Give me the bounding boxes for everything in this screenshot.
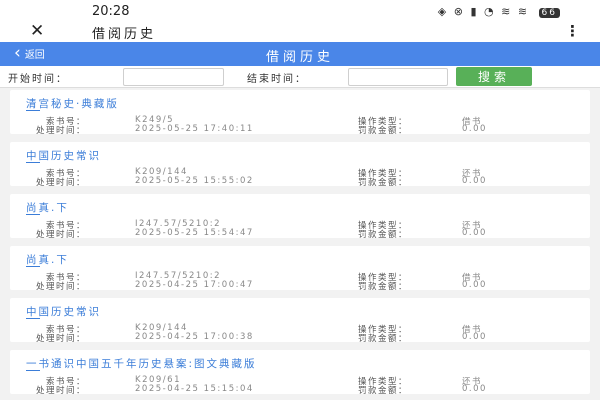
record-title: 尚真.下 bbox=[26, 254, 69, 266]
process-time-value: 2025-04-25 17:00:38 bbox=[135, 332, 254, 342]
record-title: 清宫秘史·典藏版 bbox=[26, 98, 119, 110]
page-title: 借阅历史 bbox=[265, 50, 334, 65]
fine-label: 罚款金额： bbox=[358, 230, 409, 240]
title-underline bbox=[26, 266, 40, 267]
history-record-card[interactable]: 尚真.下 索书号： I247.57/5210:2 处理时间： 2025-05-25 15… bbox=[10, 194, 590, 240]
status-time: 20:28 bbox=[92, 4, 130, 19]
status-icons: ◈ ⊗ ▮ ◔ ≋ ≋ 66 bbox=[438, 5, 560, 18]
fine-value: 0.00 bbox=[462, 124, 487, 134]
process-time-label: 处理时间： bbox=[36, 230, 87, 240]
process-time-value: 2025-05-25 15:55:02 bbox=[135, 176, 254, 186]
more-vert-icon[interactable]: ⋮ bbox=[565, 22, 580, 40]
fine-value: 0.00 bbox=[462, 384, 487, 394]
history-record-card[interactable]: 中国历史常识 索书号： K209/144 处理时间： 2025-04-25 17:00:… bbox=[10, 298, 590, 344]
process-time-value: 2025-05-25 15:54:47 bbox=[135, 228, 254, 238]
fine-label: 罚款金额： bbox=[358, 386, 409, 396]
fine-value: 0.00 bbox=[462, 280, 487, 290]
title-underline bbox=[26, 110, 40, 111]
fine-label: 罚款金额： bbox=[358, 178, 409, 188]
fine-value: 0.00 bbox=[462, 228, 487, 238]
process-time-label: 处理时间： bbox=[36, 178, 87, 188]
title-underline bbox=[26, 162, 40, 163]
start-time-label: 开始时间： bbox=[8, 74, 68, 85]
history-record-card[interactable]: 尚真.下 索书号： I247.57/5210:2 处理时间： 2025-04-25 17… bbox=[10, 246, 590, 292]
process-time-label: 处理时间： bbox=[36, 386, 87, 396]
process-time-label: 处理时间： bbox=[36, 126, 87, 136]
title-underline bbox=[26, 370, 40, 371]
title-underline bbox=[26, 214, 40, 215]
fine-label: 罚款金额： bbox=[358, 126, 409, 136]
record-title: 尚真.下 bbox=[26, 202, 69, 214]
process-time-label: 处理时间： bbox=[36, 282, 87, 292]
date-filter-bar: 开始时间： 结束时间： 搜索 bbox=[0, 66, 600, 88]
record-title: 中国历史常识 bbox=[26, 150, 101, 162]
fine-label: 罚款金额： bbox=[358, 282, 409, 292]
title-underline bbox=[26, 318, 40, 319]
app-title-bar: ✕ 借阅历史 ⋮ bbox=[0, 21, 600, 42]
end-time-input[interactable] bbox=[348, 68, 448, 86]
record-title: 一书通识中国五千年历史悬案:图文典藏版 bbox=[26, 358, 257, 370]
process-time-value: 2025-04-25 15:15:04 bbox=[135, 384, 254, 394]
start-time-input[interactable] bbox=[123, 68, 224, 86]
history-record-card[interactable]: 一书通识中国五千年历史悬案:图文典藏版 索书号： K209/61 处理时间： 2025-… bbox=[10, 350, 590, 396]
process-time-value: 2025-04-25 17:00:47 bbox=[135, 280, 254, 290]
borrow-history-list: 清宫秘史·典藏版 索书号： K249/5 处理时间： 2025-05-25 17:40:… bbox=[10, 90, 590, 400]
end-time-label: 结束时间： bbox=[247, 74, 307, 85]
process-time-label: 处理时间： bbox=[36, 334, 87, 344]
process-time-value: 2025-05-25 17:40:11 bbox=[135, 124, 254, 134]
history-record-card[interactable]: 中国历史常识 索书号： K209/144 处理时间： 2025-05-25 15:55:… bbox=[10, 142, 590, 188]
app-title: 借阅历史 bbox=[92, 27, 157, 42]
nav-bar: ‹ 返回 借阅历史 bbox=[0, 42, 600, 66]
fine-label: 罚款金额： bbox=[358, 334, 409, 344]
fine-value: 0.00 bbox=[462, 332, 487, 342]
close-icon[interactable]: ✕ bbox=[30, 21, 44, 41]
fine-value: 0.00 bbox=[462, 176, 487, 186]
battery-icon: 66 bbox=[538, 8, 560, 18]
status-indicator-icons: ◈ ⊗ ▮ ◔ ≋ ≋ bbox=[437, 5, 530, 18]
history-record-card[interactable]: 清宫秘史·典藏版 索书号： K249/5 处理时间： 2025-05-25 17:40:… bbox=[10, 90, 590, 136]
status-bar: 20:28 ◈ ⊗ ▮ ◔ ≋ ≋ 66 bbox=[0, 0, 600, 22]
record-title: 中国历史常识 bbox=[26, 306, 101, 318]
search-button[interactable]: 搜索 bbox=[456, 67, 532, 86]
